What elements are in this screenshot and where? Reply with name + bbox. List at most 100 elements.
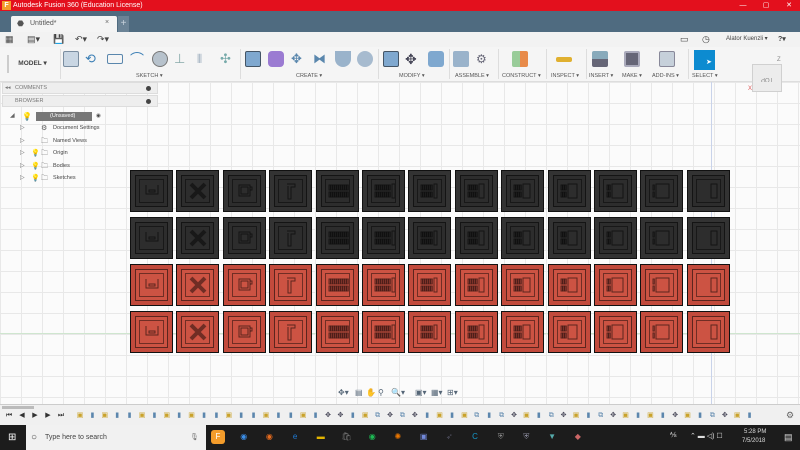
key-cap-body[interactable] [594, 311, 637, 353]
browser-item[interactable]: ▷ 💡 🗀 Bodies [20, 161, 100, 172]
sketch-feature-icon[interactable]: ▣ [299, 411, 307, 420]
game-taskbar-icon[interactable]: ⛨ [519, 430, 533, 444]
extrude-feature-icon[interactable]: ▮ [150, 411, 158, 420]
create-group-label[interactable]: CREATE ▾ [296, 73, 322, 79]
revolve-icon[interactable]: ✥ [291, 51, 307, 67]
key-cap-body[interactable] [640, 311, 684, 353]
move-feature-icon[interactable]: ✥ [411, 411, 419, 420]
create-sketch-icon[interactable] [63, 51, 79, 67]
extrude-feature-icon[interactable]: ▮ [88, 411, 96, 420]
action-center-icon[interactable]: ▤ [784, 432, 793, 443]
key-cap-body[interactable] [362, 170, 405, 212]
extrude-feature-icon[interactable]: ▮ [423, 411, 431, 420]
extrude-feature-icon[interactable]: ▮ [696, 411, 704, 420]
extrude-feature-icon[interactable]: ▮ [448, 411, 456, 420]
explorer-taskbar-icon[interactable]: ▬ [314, 430, 328, 444]
key-cap-body[interactable] [222, 170, 266, 212]
sketch-feature-icon[interactable]: ▣ [684, 411, 692, 420]
key-cap-body[interactable] [547, 170, 591, 212]
sketch-group-label[interactable]: SKETCH ▾ [136, 73, 163, 79]
rectangle-icon[interactable] [107, 54, 123, 64]
construct-group-label[interactable]: CONSTRUCT ▾ [502, 73, 541, 79]
spotify-taskbar-icon[interactable]: ◉ [365, 430, 379, 444]
workspace-switcher[interactable]: MODEL ▾ [7, 55, 56, 73]
timeline-scrollbar[interactable] [2, 406, 34, 409]
key-cap-body[interactable] [594, 170, 637, 212]
undo-icon[interactable]: ↶▾ [75, 34, 87, 45]
key-cap-body[interactable] [408, 217, 452, 259]
extrude-feature-icon[interactable]: ▮ [113, 411, 121, 420]
key-cap-body[interactable] [315, 264, 359, 306]
play-icon[interactable]: ▶ [31, 411, 39, 420]
jump-start-icon[interactable]: ⏮ [5, 411, 13, 420]
key-cap-body[interactable] [222, 311, 266, 353]
tray-icons[interactable]: ⌃ ▬ ◁) ☐ [690, 432, 723, 440]
discord-taskbar-icon[interactable]: ▣ [417, 430, 431, 444]
view-cube-face[interactable]: TOP [761, 65, 773, 93]
assemble-group-label[interactable]: ASSEMBLE ▾ [455, 73, 489, 79]
sketch-feature-icon[interactable]: ▣ [622, 411, 630, 420]
key-cap-body[interactable] [408, 264, 452, 306]
key-cap-body[interactable] [269, 311, 313, 353]
key-cap-body[interactable] [408, 311, 452, 353]
key-cap-body[interactable] [501, 170, 545, 212]
combine-icon[interactable] [428, 51, 444, 67]
extrude-feature-icon[interactable]: ▮ [634, 411, 642, 420]
windows-start-icon[interactable]: ⊞ [8, 432, 16, 443]
key-cap-body[interactable] [501, 264, 545, 306]
trim-icon[interactable]: ⊥ [174, 51, 190, 67]
torus-icon[interactable] [357, 51, 373, 67]
expand-arrow-icon[interactable]: ▷ [20, 173, 25, 184]
display-settings-icon[interactable]: ▣▾ [415, 388, 427, 397]
extrude-feature-icon[interactable]: ▮ [200, 411, 208, 420]
form-icon[interactable] [268, 51, 284, 67]
save-icon[interactable]: 💾 [53, 34, 64, 45]
job-status-clock-icon[interactable]: ◷ [702, 34, 710, 45]
view-cube[interactable]: TOP [752, 64, 782, 92]
viewports-icon[interactable]: ⊞▾ [447, 388, 458, 397]
data-panel-grid-icon[interactable]: ▦ [5, 34, 14, 45]
browser-options-icon[interactable] [146, 99, 151, 104]
key-cap-body[interactable] [362, 217, 405, 259]
pan-hand-icon[interactable]: ✋ [366, 388, 376, 397]
key-cap-body[interactable] [130, 311, 173, 353]
sketch-feature-icon[interactable]: ▣ [572, 411, 580, 420]
mirror-sketch-icon[interactable]: ⫴ [197, 51, 213, 67]
shell-icon[interactable] [335, 51, 351, 67]
expand-arrow-icon[interactable]: ▷ [20, 136, 25, 147]
sketch-feature-icon[interactable]: ▣ [138, 411, 146, 420]
sketch-feature-icon[interactable]: ▣ [188, 411, 196, 420]
fit-icon[interactable]: 🔍▾ [391, 388, 405, 397]
key-cap-body[interactable] [454, 264, 498, 306]
collapse-icon[interactable]: ◂◂ [5, 83, 11, 94]
key-cap-body[interactable] [176, 170, 220, 212]
key-cap-body[interactable] [640, 170, 684, 212]
key-cap-body[interactable] [222, 264, 266, 306]
key-cap-body[interactable] [130, 217, 173, 259]
key-cap-body[interactable] [686, 170, 730, 212]
store-taskbar-icon[interactable]: 🛍 [340, 430, 354, 444]
key-cap-body[interactable] [640, 217, 684, 259]
make-group-label[interactable]: MAKE ▾ [622, 73, 642, 79]
select-tool-button[interactable]: ➤ [694, 50, 715, 70]
extrude-feature-icon[interactable]: ▮ [349, 411, 357, 420]
key-cap-body[interactable] [408, 170, 452, 212]
chrome-taskbar-icon[interactable]: ◉ [237, 430, 251, 444]
taskbar-search-box[interactable]: ○ Type here to search 🎙 [26, 425, 206, 450]
combine-feature-icon[interactable]: ⧉ [597, 411, 605, 420]
notifications-icon[interactable]: ▭ [680, 34, 689, 45]
close-window-button[interactable]: ✕ [778, 0, 800, 11]
key-cap-body[interactable] [594, 264, 637, 306]
extrude-feature-icon[interactable]: ▮ [175, 411, 183, 420]
cura-taskbar-icon[interactable]: C [468, 430, 482, 444]
browser-root[interactable]: ◢ 💡 (Unsaved) ◉ [10, 111, 101, 122]
key-cap-body[interactable] [176, 264, 220, 306]
key-cap-body[interactable] [130, 170, 173, 212]
expand-arrow-icon[interactable]: ▷ [20, 161, 25, 172]
look-at-icon[interactable]: ▤ [355, 388, 363, 397]
move-feature-icon[interactable]: ✥ [721, 411, 729, 420]
extrude-feature-icon[interactable]: ▮ [250, 411, 258, 420]
app-taskbar-icon[interactable]: ◆ [571, 430, 585, 444]
inspect-group-label[interactable]: INSPECT ▾ [551, 73, 579, 79]
key-cap-body[interactable] [501, 311, 545, 353]
